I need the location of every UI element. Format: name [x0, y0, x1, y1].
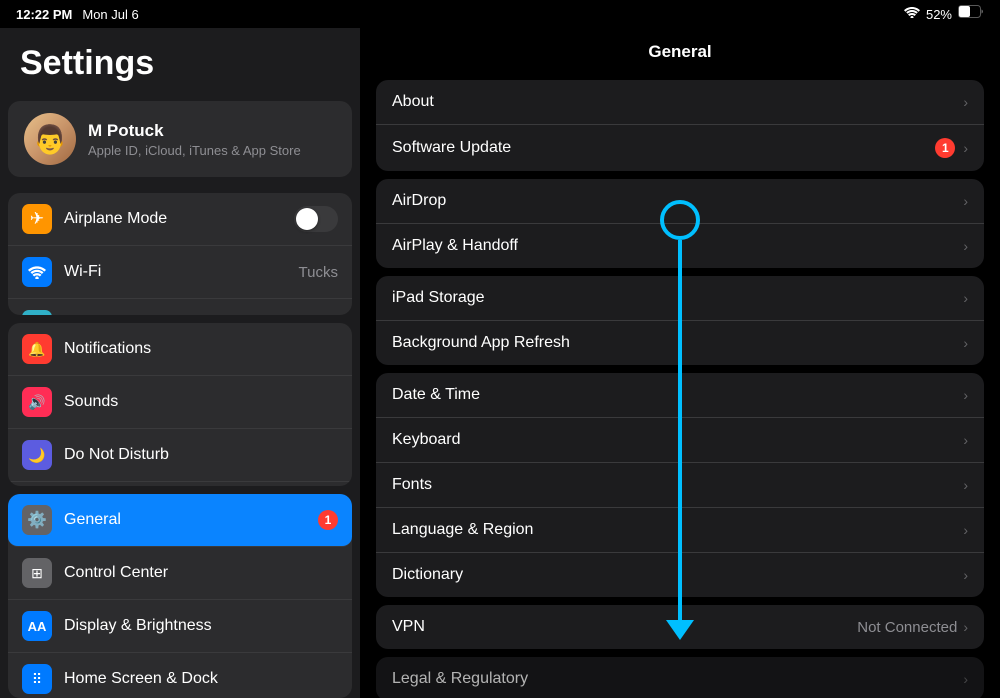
legal-label: Legal & Regulatory — [392, 670, 963, 688]
general-icon: ⚙️ — [22, 505, 52, 535]
do-not-disturb-label: Do Not Disturb — [64, 446, 338, 464]
settings-section-6: Legal & Regulatory › — [376, 657, 984, 698]
settings-row-date-time[interactable]: Date & Time › — [376, 373, 984, 418]
ipad-storage-chevron: › — [963, 290, 968, 306]
vpn-label: VPN — [392, 618, 857, 636]
sidebar-item-general[interactable]: ⚙️ General 1 — [8, 494, 352, 547]
battery-icon — [958, 5, 984, 23]
sidebar-item-do-not-disturb[interactable]: 🌙 Do Not Disturb — [8, 429, 352, 482]
airdrop-label: AirDrop — [392, 192, 963, 210]
dictionary-chevron: › — [963, 567, 968, 583]
bluetooth-icon: B — [22, 310, 52, 315]
sidebar-section-general: ⚙️ General 1 ⊞ Control Center AA Display… — [8, 494, 352, 698]
legal-chevron: › — [963, 671, 968, 687]
about-label: About — [392, 93, 963, 111]
user-profile[interactable]: 👨 M Potuck Apple ID, iCloud, iTunes & Ap… — [8, 101, 352, 177]
sidebar-item-airplane-mode[interactable]: ✈ Airplane Mode — [8, 193, 352, 246]
settings-section-4: Date & Time › Keyboard › Fonts › Languag… — [376, 373, 984, 597]
main-title: General — [648, 42, 711, 61]
general-label: General — [64, 511, 318, 529]
settings-row-background-app-refresh[interactable]: Background App Refresh › — [376, 321, 984, 365]
status-time: 12:22 PM — [16, 7, 72, 22]
sidebar-item-notifications[interactable]: 🔔 Notifications — [8, 323, 352, 376]
notifications-label: Notifications — [64, 340, 338, 358]
background-app-refresh-chevron: › — [963, 335, 968, 351]
wifi-label: Wi-Fi — [64, 263, 299, 281]
airplane-mode-label: Airplane Mode — [64, 210, 294, 228]
sidebar-item-display-brightness[interactable]: AA Display & Brightness — [8, 600, 352, 653]
airplane-mode-icon: ✈ — [22, 204, 52, 234]
sidebar-item-screen-time[interactable]: ⏱ Screen Time — [8, 482, 352, 486]
software-update-chevron: › — [963, 140, 968, 156]
wifi-icon — [904, 5, 920, 23]
sounds-icon: 🔊 — [22, 387, 52, 417]
user-name: M Potuck — [88, 121, 301, 141]
sidebar-section-notifications: 🔔 Notifications 🔊 Sounds 🌙 Do Not Distur… — [8, 323, 352, 486]
software-update-badge: 1 — [935, 138, 955, 158]
background-app-refresh-label: Background App Refresh — [392, 334, 963, 352]
sidebar-item-home-screen[interactable]: ⠿ Home Screen & Dock — [8, 653, 352, 698]
settings-section-1: About › Software Update 1 › — [376, 80, 984, 171]
user-subtitle: Apple ID, iCloud, iTunes & App Store — [88, 143, 301, 158]
sidebar-title: Settings — [0, 28, 360, 93]
wifi-settings-icon — [22, 257, 52, 287]
settings-section-5: VPN Not Connected › — [376, 605, 984, 649]
keyboard-label: Keyboard — [392, 431, 963, 449]
ipad-storage-label: iPad Storage — [392, 289, 963, 307]
control-center-icon: ⊞ — [22, 558, 52, 588]
date-time-chevron: › — [963, 387, 968, 403]
wifi-value: Tucks — [299, 264, 338, 281]
airplay-chevron: › — [963, 238, 968, 254]
fonts-chevron: › — [963, 477, 968, 493]
about-chevron: › — [963, 94, 968, 110]
status-date: Mon Jul 6 — [82, 7, 138, 22]
vpn-chevron: › — [963, 619, 968, 635]
display-icon: AA — [22, 611, 52, 641]
main-header: General — [360, 28, 1000, 72]
date-time-label: Date & Time — [392, 386, 963, 404]
settings-row-software-update[interactable]: Software Update 1 › — [376, 125, 984, 171]
settings-section-3: iPad Storage › Background App Refresh › — [376, 276, 984, 365]
software-update-label: Software Update — [392, 139, 935, 157]
display-label: Display & Brightness — [64, 617, 338, 635]
vpn-value: Not Connected — [857, 619, 957, 636]
sidebar-section-connectivity: ✈ Airplane Mode Wi-Fi Tucks B Bluetooth … — [8, 193, 352, 315]
sounds-label: Sounds — [64, 393, 338, 411]
control-center-label: Control Center — [64, 564, 338, 582]
sidebar-item-sounds[interactable]: 🔊 Sounds — [8, 376, 352, 429]
home-screen-label: Home Screen & Dock — [64, 670, 338, 688]
language-region-label: Language & Region — [392, 521, 963, 539]
general-badge: 1 — [318, 510, 338, 530]
settings-row-dictionary[interactable]: Dictionary › — [376, 553, 984, 597]
settings-row-language-region[interactable]: Language & Region › — [376, 508, 984, 553]
airplane-mode-toggle[interactable] — [294, 206, 338, 232]
settings-row-legal[interactable]: Legal & Regulatory › — [376, 657, 984, 698]
battery-status: 52% — [926, 7, 952, 22]
sidebar: Settings 👨 M Potuck Apple ID, iCloud, iT… — [0, 0, 360, 698]
airplay-label: AirPlay & Handoff — [392, 237, 963, 255]
sidebar-item-wifi[interactable]: Wi-Fi Tucks — [8, 246, 352, 299]
settings-section-2: AirDrop › AirPlay & Handoff › — [376, 179, 984, 268]
airdrop-chevron: › — [963, 193, 968, 209]
avatar: 👨 — [24, 113, 76, 165]
settings-row-keyboard[interactable]: Keyboard › — [376, 418, 984, 463]
dictionary-label: Dictionary — [392, 566, 963, 584]
settings-row-about[interactable]: About › — [376, 80, 984, 125]
settings-row-ipad-storage[interactable]: iPad Storage › — [376, 276, 984, 321]
home-screen-icon: ⠿ — [22, 664, 52, 694]
do-not-disturb-icon: 🌙 — [22, 440, 52, 470]
settings-row-airdrop[interactable]: AirDrop › — [376, 179, 984, 224]
keyboard-chevron: › — [963, 432, 968, 448]
status-icons: 52% — [904, 5, 984, 23]
fonts-label: Fonts — [392, 476, 963, 494]
settings-row-vpn[interactable]: VPN Not Connected › — [376, 605, 984, 649]
settings-row-fonts[interactable]: Fonts › — [376, 463, 984, 508]
status-bar: 12:22 PM Mon Jul 6 52% — [0, 0, 1000, 28]
sidebar-item-control-center[interactable]: ⊞ Control Center — [8, 547, 352, 600]
settings-row-airplay[interactable]: AirPlay & Handoff › — [376, 224, 984, 268]
main-content: General About › Software Update 1 › AirD… — [360, 0, 1000, 698]
notifications-icon: 🔔 — [22, 334, 52, 364]
sidebar-item-bluetooth[interactable]: B Bluetooth On — [8, 299, 352, 315]
language-region-chevron: › — [963, 522, 968, 538]
